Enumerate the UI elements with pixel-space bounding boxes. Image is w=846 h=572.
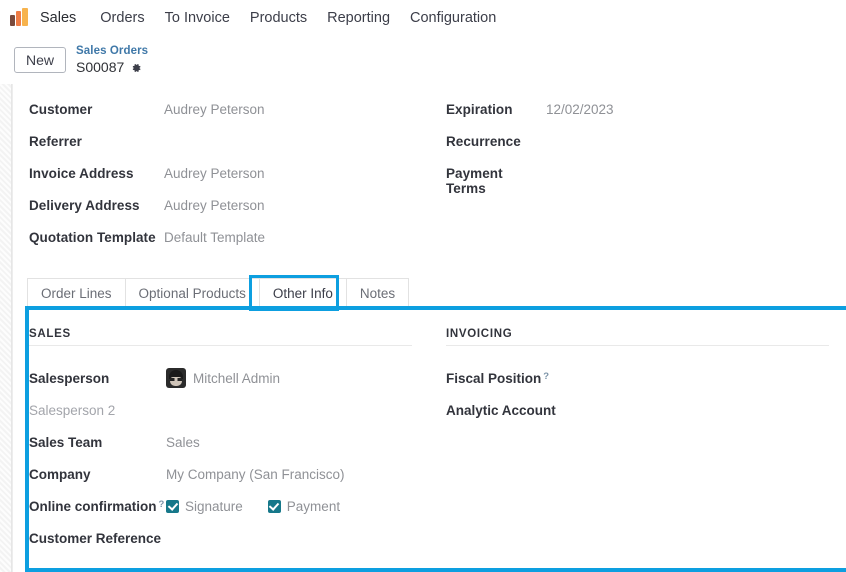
- menu-item-to-invoice[interactable]: To Invoice: [155, 6, 240, 30]
- breadcrumb-parent-link[interactable]: Sales Orders: [76, 45, 148, 58]
- field-label-quotation-template: Quotation Template: [29, 230, 156, 245]
- field-value-quotation-template[interactable]: Default Template: [164, 228, 265, 245]
- gear-icon[interactable]: [130, 61, 142, 73]
- field-customer: Customer Audrey Peterson: [29, 100, 430, 132]
- field-company: Company My Company (San Francisco): [29, 458, 412, 490]
- salesperson-name: Mitchell Admin: [193, 370, 281, 386]
- field-label-analytic-account: Analytic Account: [446, 402, 556, 418]
- top-menu-bar: Sales Orders To Invoice Products Reporti…: [0, 0, 846, 36]
- field-invoice-address: Invoice Address Audrey Peterson: [29, 164, 430, 196]
- checkbox-payment[interactable]: [267, 499, 281, 513]
- field-payment-terms: Payment Terms: [446, 164, 846, 196]
- menu-item-configuration[interactable]: Configuration: [400, 6, 506, 30]
- form-column-left: Customer Audrey Peterson Referrer Invoic…: [13, 100, 430, 260]
- field-analytic-account: Analytic Account: [446, 394, 829, 426]
- invoicing-section: INVOICING Fiscal Position ? Analytic Acc…: [430, 328, 846, 554]
- sheet-left-gutter: [0, 84, 12, 572]
- new-button[interactable]: New: [14, 47, 67, 73]
- field-salesperson-2: Salesperson 2: [29, 394, 412, 426]
- breadcrumb: Sales Orders S00087: [76, 45, 148, 74]
- checkbox-payment-wrap[interactable]: Payment: [267, 498, 341, 514]
- tab-order-lines[interactable]: Order Lines: [27, 278, 126, 308]
- menu-item-products[interactable]: Products: [240, 6, 317, 30]
- sales-bar-chart-icon: [10, 8, 30, 28]
- field-label-referrer: Referrer: [29, 134, 82, 149]
- sales-section-title: SALES: [29, 328, 412, 346]
- help-icon[interactable]: ?: [159, 499, 165, 510]
- field-label-salesperson: Salesperson: [29, 370, 110, 386]
- record-name: S00087: [76, 58, 125, 75]
- checkbox-label-payment: Payment: [286, 498, 341, 514]
- breadcrumb-current: S00087: [76, 59, 148, 75]
- field-label-online-confirmation: Online confirmation ?: [29, 499, 166, 514]
- form-fields: Customer Audrey Peterson Referrer Invoic…: [13, 100, 846, 260]
- tab-notes[interactable]: Notes: [345, 278, 410, 308]
- field-value-sales-team[interactable]: Sales: [166, 435, 200, 450]
- menu-item-reporting[interactable]: Reporting: [317, 6, 400, 30]
- field-fiscal-position: Fiscal Position ?: [446, 362, 829, 394]
- field-label-salesperson-2: Salesperson 2: [29, 402, 116, 418]
- field-value-salesperson[interactable]: Mitchell Admin: [166, 368, 280, 388]
- control-panel: New Sales Orders S00087: [0, 36, 846, 84]
- field-label-payment-terms: Payment Terms: [446, 166, 503, 196]
- form-sheet: Customer Audrey Peterson Referrer Invoic…: [12, 84, 846, 572]
- invoicing-section-title: INVOICING: [446, 328, 829, 346]
- field-label-recurrence: Recurrence: [446, 134, 521, 149]
- field-referrer: Referrer: [29, 132, 430, 164]
- notebook-tabs: Order Lines Optional Products Other Info…: [27, 278, 410, 308]
- form-sheet-area: Customer Audrey Peterson Referrer Invoic…: [0, 84, 846, 572]
- online-confirmation-options: Signature Payment: [166, 499, 358, 514]
- app-window: Sales Orders To Invoice Products Reporti…: [0, 0, 846, 572]
- field-value-invoice-address[interactable]: Audrey Peterson: [164, 164, 265, 181]
- field-quotation-template: Quotation Template Default Template: [29, 228, 430, 260]
- checkbox-signature-wrap[interactable]: Signature: [166, 499, 243, 514]
- menu-item-sales[interactable]: Sales: [38, 6, 90, 30]
- help-icon[interactable]: ?: [543, 371, 549, 382]
- field-label-customer-reference: Customer Reference: [29, 530, 162, 546]
- field-label-company: Company: [29, 466, 91, 482]
- field-value-customer[interactable]: Audrey Peterson: [164, 100, 265, 117]
- field-label-fiscal-position: Fiscal Position ?: [446, 371, 583, 386]
- form-column-right: Expiration 12/02/2023 Recurrence Payment…: [430, 100, 846, 260]
- fiscal-position-text: Fiscal Position: [446, 370, 542, 386]
- checkbox-signature[interactable]: [166, 499, 179, 513]
- other-info-tab-panel: SALES Salesperson Mitchell Admin Salespe…: [13, 310, 846, 572]
- field-expiration: Expiration 12/02/2023: [446, 100, 846, 132]
- field-sales-team: Sales Team Sales: [29, 426, 412, 458]
- field-label-expiration: Expiration: [446, 102, 513, 117]
- tab-optional-products[interactable]: Optional Products: [124, 278, 260, 308]
- field-delivery-address: Delivery Address Audrey Peterson: [29, 196, 430, 228]
- field-recurrence: Recurrence: [446, 132, 846, 164]
- field-label-invoice-address: Invoice Address: [29, 166, 134, 181]
- online-confirmation-text: Online confirmation: [29, 498, 157, 514]
- field-label-delivery-address: Delivery Address: [29, 198, 140, 213]
- field-salesperson: Salesperson Mitchell Admin: [29, 362, 412, 394]
- field-value-delivery-address[interactable]: Audrey Peterson: [164, 196, 265, 213]
- user-avatar: [166, 368, 186, 388]
- checkbox-label-signature: Signature: [185, 498, 243, 514]
- field-online-confirmation: Online confirmation ? Signature Payment: [29, 490, 412, 522]
- tab-other-info[interactable]: Other Info: [258, 278, 347, 308]
- field-value-expiration[interactable]: 12/02/2023: [546, 100, 614, 117]
- field-label-customer: Customer: [29, 102, 93, 117]
- field-customer-reference: Customer Reference: [29, 522, 412, 554]
- sales-section: SALES Salesperson Mitchell Admin Salespe…: [13, 328, 430, 554]
- field-value-company[interactable]: My Company (San Francisco): [166, 467, 345, 482]
- menu-item-orders[interactable]: Orders: [90, 6, 154, 30]
- field-label-sales-team: Sales Team: [29, 434, 103, 450]
